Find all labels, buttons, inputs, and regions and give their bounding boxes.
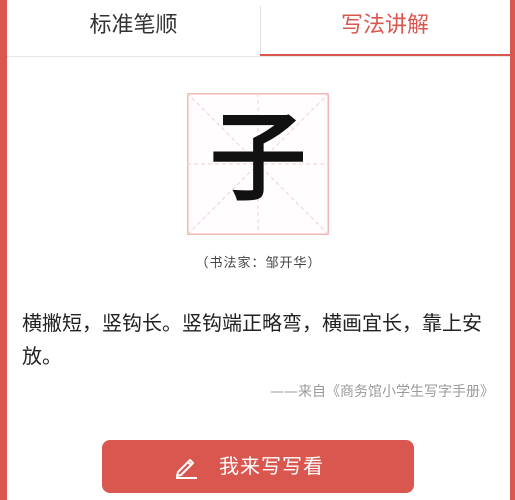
- pencil-icon: [176, 459, 197, 479]
- calligraphy-character: 子: [210, 101, 306, 214]
- calligrapher-credit: （书法家：邹开华）: [195, 256, 322, 271]
- tab-standard-stroke-order[interactable]: 标准笔顺: [7, 0, 260, 56]
- try-writing-label: 我来写写看: [219, 454, 324, 478]
- tab-writing-explanation[interactable]: 写法讲解: [260, 0, 510, 56]
- calligraphy-grid-svg: 子: [187, 93, 329, 235]
- active-tab-indicator: [260, 54, 510, 56]
- tab-bar: 标准笔顺 写法讲解: [7, 0, 510, 57]
- try-writing-button[interactable]: 我来写写看: [102, 440, 414, 493]
- character-detail-card: 标准笔顺 写法讲解 子 （书法家：邹开华） 横撇短，竖钩长。竖钩端正略弯，横画宜…: [7, 0, 510, 500]
- writing-explanation-text: 横撇短，竖钩长。竖钩端正略弯，横画宜长，靠上安放。: [22, 311, 482, 368]
- source-citation: ——来自《商务馆小学生写字手册》: [270, 384, 494, 400]
- character-grid: 子: [187, 93, 329, 235]
- modal-backdrop: 标准笔顺 写法讲解 子 （书法家：邹开华） 横撇短，竖钩长。竖钩端正略弯，横画宜…: [0, 0, 515, 500]
